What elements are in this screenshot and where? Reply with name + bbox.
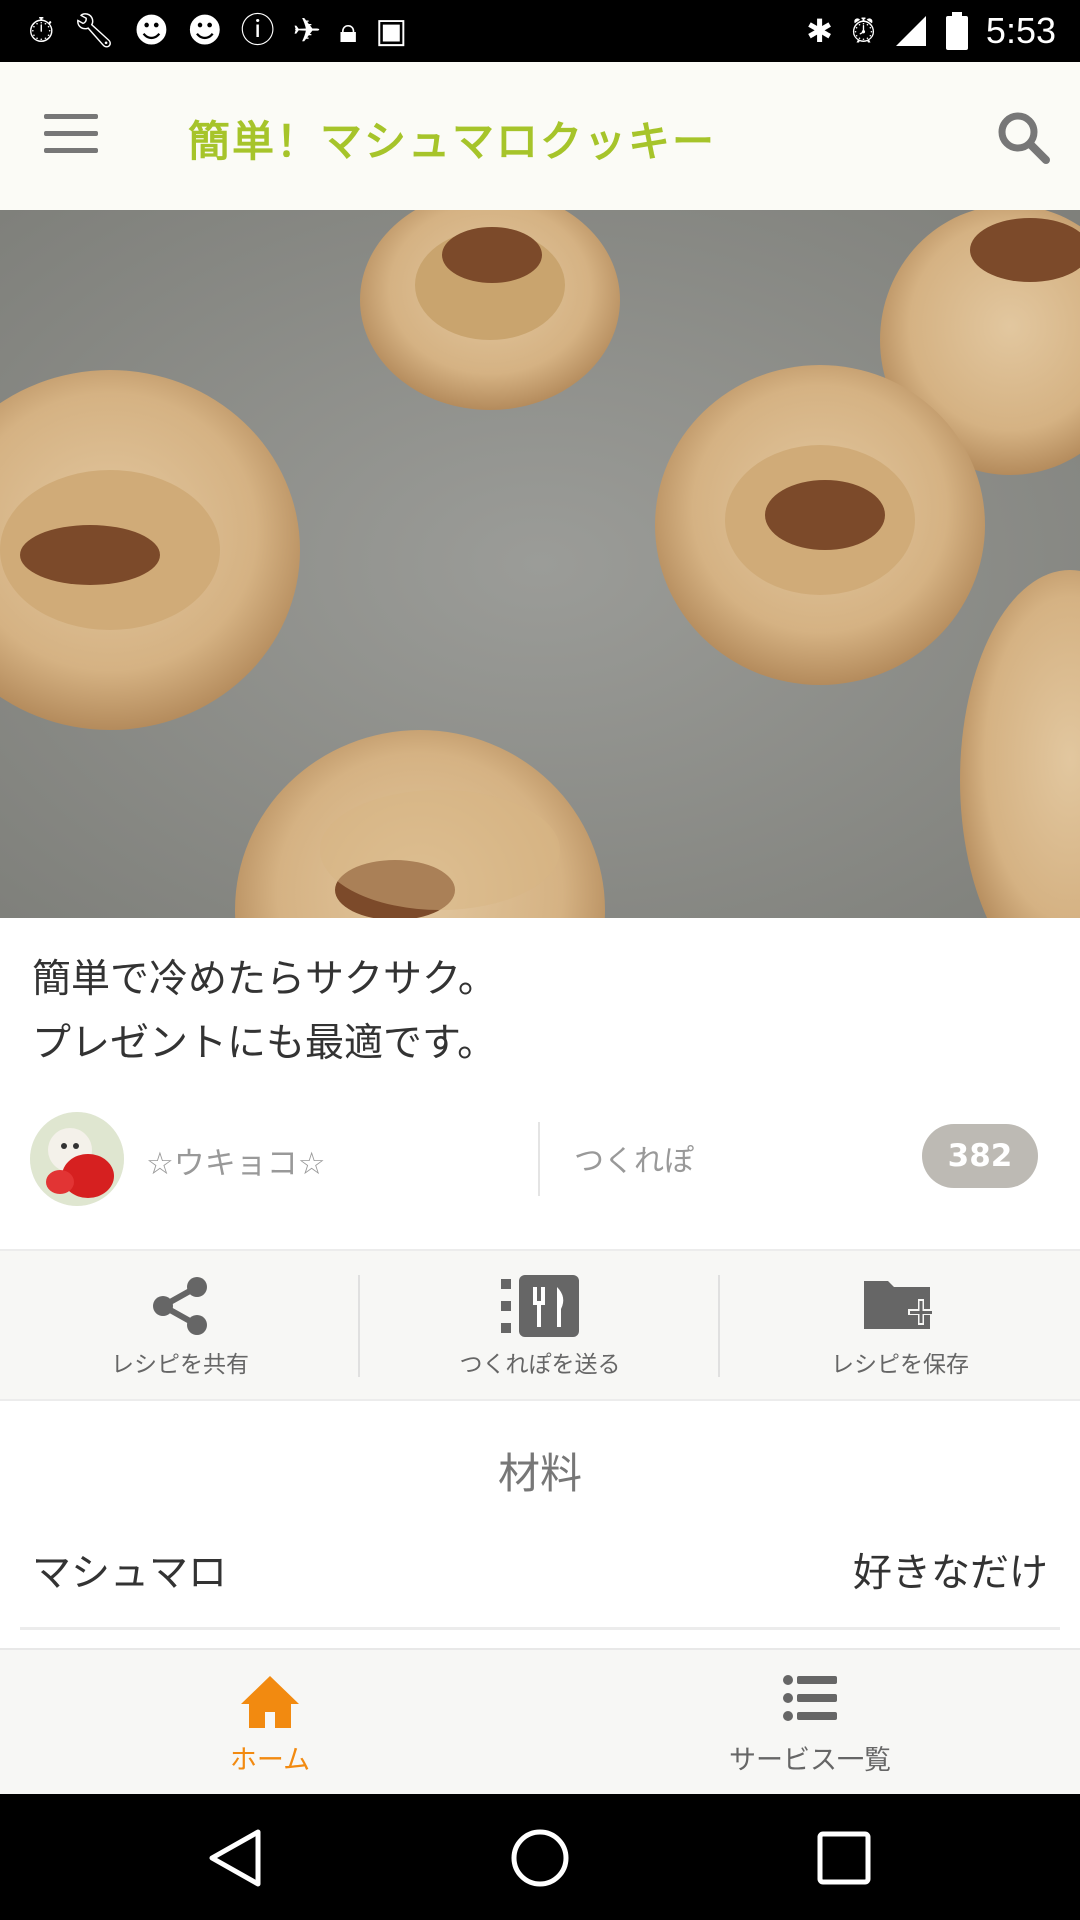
smiley-icon: ☻ — [187, 11, 223, 51]
author-row: ☆ウキョコ☆ つくれぽ 382 — [0, 1110, 1080, 1208]
battery-icon — [945, 12, 968, 50]
action-label: レシピを共有 — [111, 1352, 249, 1378]
home-icon — [241, 1676, 299, 1728]
share-recipe-button[interactable]: レシピを共有 — [0, 1251, 360, 1399]
description-line: 簡単で冷めたらサクサク。 — [32, 957, 497, 1002]
status-left-icons: ⏱ 🔧︎ ☻ ☻ ⓘ ✈ 🔒︎ ▣ — [28, 10, 407, 52]
status-time: 5:53 — [985, 10, 1056, 51]
lock-icon: 🔒︎ — [339, 11, 358, 51]
tab-label: サービス一覧 — [729, 1745, 891, 1776]
action-label: つくれぽを送る — [459, 1352, 621, 1378]
tab-label: ホーム — [229, 1745, 311, 1776]
tab-home[interactable]: ホーム — [0, 1650, 540, 1796]
share-icon — [153, 1277, 207, 1335]
list-icon — [783, 1675, 837, 1721]
system-nav-bar — [0, 1794, 1080, 1920]
info-icon: ⓘ — [240, 11, 275, 51]
avatar[interactable] — [30, 1112, 124, 1206]
page-title: 簡単！マシュマロクッキー — [188, 117, 717, 166]
recipe-description: 簡単で冷めたらサクサク。 プレゼントにも最適です。 — [32, 948, 497, 1076]
folder-add-icon — [864, 1281, 934, 1329]
divider — [538, 1122, 540, 1196]
alarm-icon: ⏰︎ — [850, 11, 876, 50]
android-icon: ▣ — [375, 11, 408, 51]
back-icon[interactable] — [204, 1826, 268, 1890]
divider — [20, 1627, 1060, 1630]
tsukurepo-label[interactable]: つくれぽ — [574, 1136, 694, 1180]
signal-icon — [895, 16, 926, 46]
ingredient-amount: 好きなだけ — [852, 1551, 1048, 1596]
tab-services[interactable]: サービス一覧 — [540, 1650, 1080, 1796]
home-button-icon[interactable] — [508, 1826, 572, 1890]
smiley-icon: ☻ — [133, 11, 170, 51]
send-tsukurepo-button[interactable]: つくれぽを送る — [360, 1251, 720, 1399]
tsukurepo-count-badge[interactable]: 382 — [922, 1124, 1038, 1188]
bluetooth-icon: ✱ — [806, 12, 833, 50]
recents-icon[interactable] — [812, 1826, 876, 1890]
bottom-tab-bar: ホーム サービス一覧 — [0, 1648, 1080, 1796]
ingredient-name: マシュマロ — [32, 1551, 228, 1596]
menu-icon[interactable] — [44, 114, 98, 154]
action-label: レシピを保存 — [831, 1352, 969, 1378]
author-name[interactable]: ☆ウキョコ☆ — [146, 1138, 326, 1183]
app-bar: 簡単！マシュマロクッキー — [0, 62, 1080, 211]
ingredient-row: マシュマロ 好きなだけ — [32, 1534, 1048, 1604]
search-icon[interactable] — [994, 108, 1052, 166]
status-right-icons: ✱ ⏰︎ 5:53 — [806, 10, 1056, 52]
status-bar: ⏱ 🔧︎ ☻ ☻ ⓘ ✈ 🔒︎ ▣ ✱ ⏰︎ 5:53 — [0, 0, 1080, 62]
wrench-icon: 🔧︎ — [72, 11, 116, 51]
save-recipe-button[interactable]: レシピを保存 — [720, 1251, 1080, 1399]
ingredients-header: 材料 — [497, 1449, 582, 1498]
recipe-action-bar: レシピを共有 つくれぽを送る レシピを保存 — [0, 1249, 1080, 1401]
cutlery-icon — [501, 1275, 579, 1337]
recipe-photo — [0, 210, 1080, 918]
stopwatch-icon: ⏱ — [28, 11, 55, 51]
description-line: プレゼントにも最適です。 — [32, 1021, 497, 1066]
satellite-icon: ✈ — [292, 11, 322, 51]
